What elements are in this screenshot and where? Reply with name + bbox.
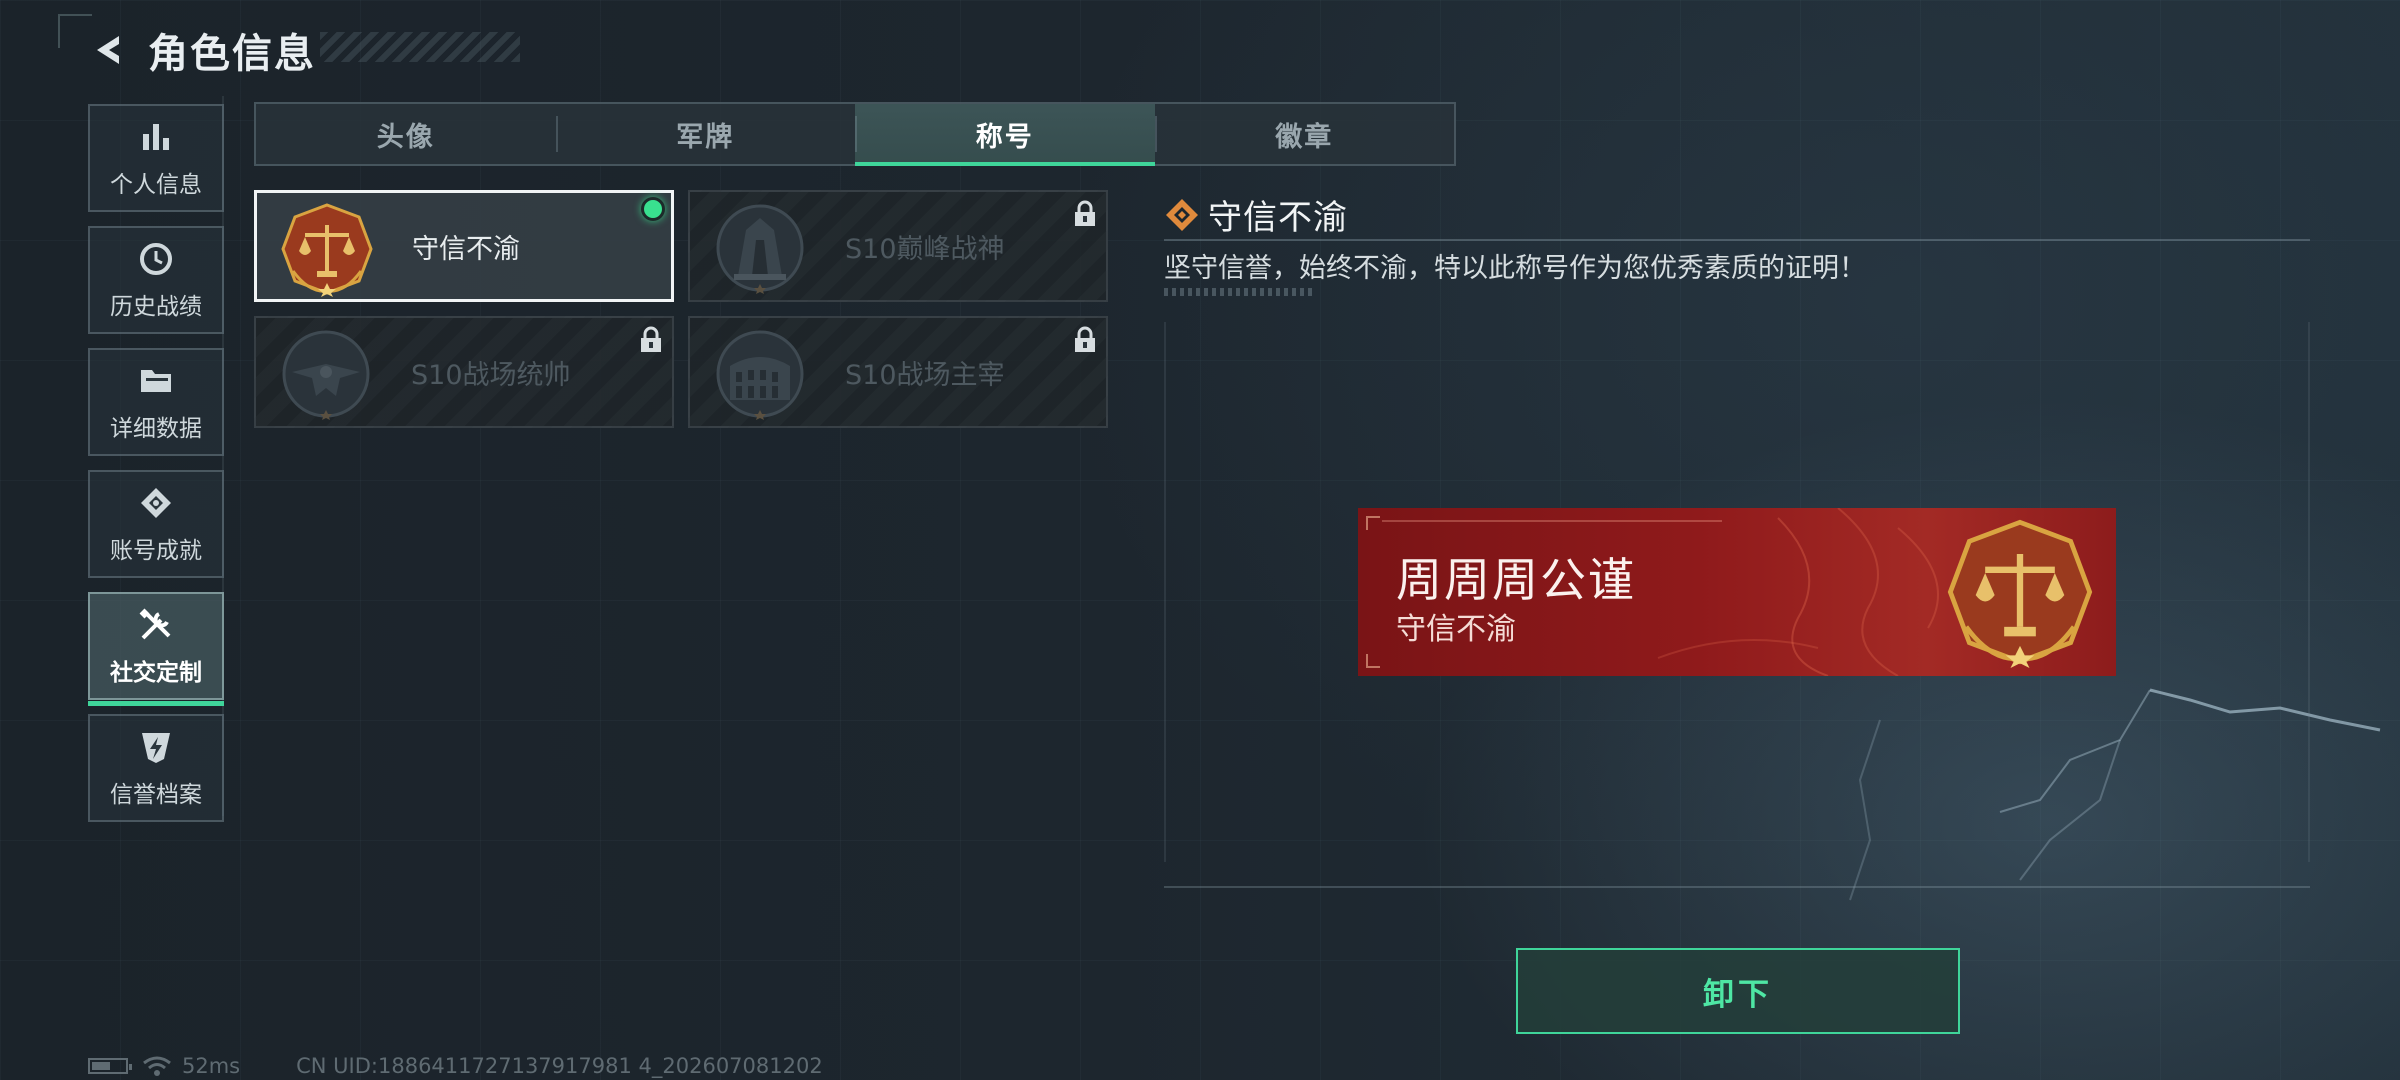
sidebar-item-label: 详细数据 (110, 416, 202, 442)
preview-divider (1164, 886, 2310, 888)
latency-readout: 52ms (182, 1054, 241, 1078)
banner-corner-decoration (1366, 516, 1380, 530)
sidebar-item-achievements[interactable]: 账号成就 (88, 470, 224, 578)
title-diamond-icon (1166, 198, 1198, 231)
back-arrow-icon (97, 36, 119, 64)
banner-topline-decoration (1382, 520, 1722, 522)
sidebar-item-detailed-data[interactable]: 详细数据 (88, 348, 224, 456)
battery-icon (88, 1058, 132, 1074)
tab-title[interactable]: 称号 (855, 104, 1155, 166)
bar-chart-icon (136, 117, 176, 157)
detail-header: 守信不渝 (1164, 190, 1348, 239)
lock-icon (641, 326, 661, 352)
battery-fill (92, 1062, 110, 1070)
tools-icon (136, 605, 176, 645)
scales-emblem-icon (1947, 519, 2093, 668)
colosseum-emblem-icon (716, 330, 804, 420)
tab-badge[interactable]: 徽章 (1154, 104, 1455, 164)
title-card-trustworthy[interactable]: 守信不渝 (254, 190, 674, 302)
header: 角色信息 (84, 20, 316, 80)
title-card-name: S10巅峰战神 (845, 233, 1005, 265)
detail-description: 坚守信誉，始终不渝，特以此称号作为您优秀素质的证明！ (1164, 253, 1866, 284)
title-card-s10-dominator[interactable]: S10战场主宰 (688, 316, 1108, 428)
banner-title-name: 守信不渝 (1396, 612, 1516, 647)
sidebar-item-label: 社交定制 (110, 660, 202, 686)
detail-title-name: 守信不渝 (1208, 198, 1348, 238)
shield-bolt-icon (136, 727, 176, 767)
sidebar-item-history[interactable]: 历史战绩 (88, 226, 224, 334)
sidebar-item-label: 账号成就 (110, 538, 202, 564)
banner-corner-decoration (1366, 654, 1380, 668)
scales-emblem-icon (281, 203, 373, 297)
tab-bar: 头像 军牌 称号 徽章 (254, 102, 1456, 166)
title-card-name: S10战场主宰 (845, 359, 1005, 391)
page-title: 角色信息 (148, 31, 316, 77)
description-underline-decoration (1164, 288, 1314, 296)
sidebar-item-label: 个人信息 (110, 172, 202, 198)
title-card-s10-commander[interactable]: S10战场统帅 (254, 316, 674, 428)
lock-icon (1075, 200, 1095, 226)
sidebar-item-social-customization[interactable]: 社交定制 (88, 592, 224, 706)
equipped-indicator (641, 197, 665, 221)
detail-divider (1164, 239, 2310, 241)
sidebar: 个人信息 历史战绩 详细数据 账号成就 社交定制 信誉档案 (88, 104, 224, 836)
title-card-name: 守信不渝 (412, 233, 520, 265)
uid-readout: CN UID:1886411727137917981 4_20260708120… (296, 1054, 823, 1078)
wifi-icon (143, 1056, 171, 1076)
building-emblem-icon (716, 204, 804, 294)
achievement-icon (136, 483, 176, 523)
tab-dog-tag[interactable]: 军牌 (555, 104, 856, 164)
aircraft-emblem-icon (282, 330, 370, 420)
sidebar-item-label: 信誉档案 (110, 782, 202, 808)
unequip-button[interactable]: 卸下 (1516, 948, 1960, 1034)
title-banner-preview: 周周周公谨 守信不渝 (1358, 508, 2116, 676)
tab-avatar[interactable]: 头像 (256, 104, 556, 164)
lock-icon (1075, 326, 1095, 352)
banner-player-name: 周周周公谨 (1396, 553, 1636, 607)
sidebar-item-label: 历史战绩 (110, 294, 202, 320)
history-clock-icon (136, 239, 176, 279)
status-bar: 52ms CN UID:1886411727137917981 4_202607… (88, 1054, 823, 1078)
sidebar-item-personal-info[interactable]: 个人信息 (88, 104, 224, 212)
sidebar-item-reputation[interactable]: 信誉档案 (88, 714, 224, 822)
back-button[interactable] (84, 25, 134, 75)
folder-icon (136, 361, 176, 401)
title-stripe-decoration (320, 32, 520, 62)
title-card-s10-peak-god[interactable]: S10巅峰战神 (688, 190, 1108, 302)
title-card-name: S10战场统帅 (411, 359, 571, 391)
